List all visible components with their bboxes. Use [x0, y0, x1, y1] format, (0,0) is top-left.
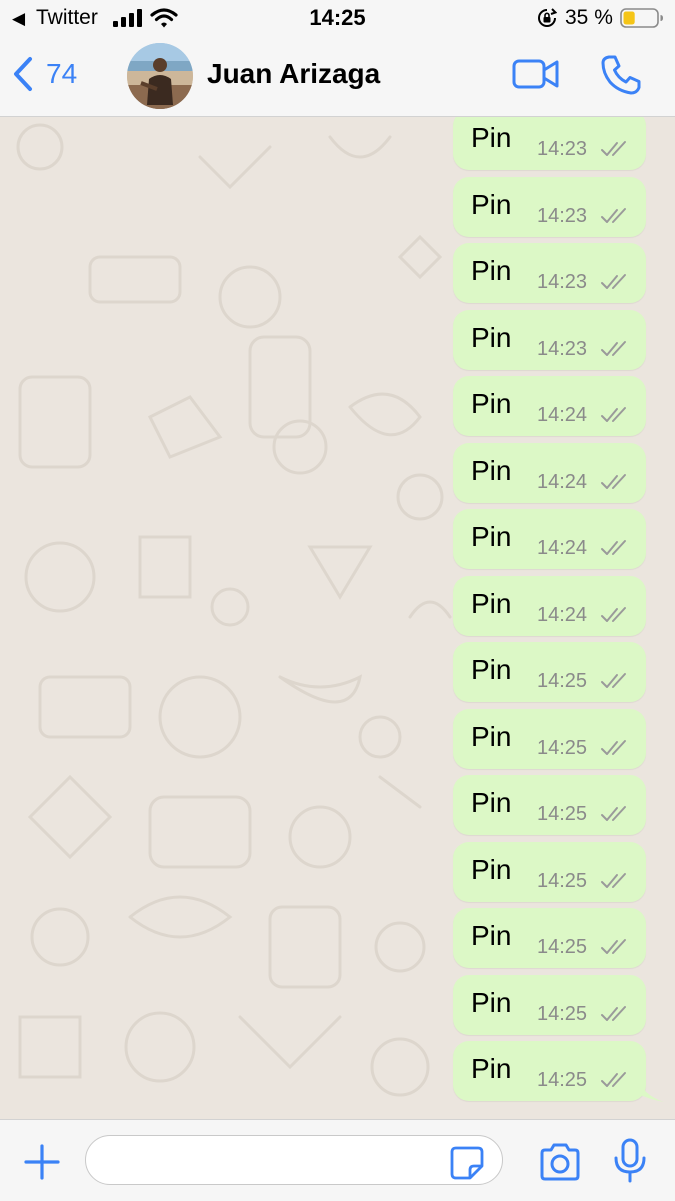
input-bar: [0, 1119, 675, 1201]
message-bubble[interactable]: Pin 14:25: [453, 975, 646, 1035]
sticker-icon[interactable]: [450, 1146, 484, 1180]
message-time: 14:23: [537, 338, 588, 360]
message-bubble[interactable]: Pin 14:23: [453, 243, 646, 303]
message-time: 14:23: [537, 205, 588, 227]
bubble-tail: [636, 1075, 664, 1102]
message-text: Pin: [471, 920, 512, 951]
contact-name[interactable]: Juan Arizaga: [207, 58, 380, 90]
video-camera-icon[interactable]: [512, 56, 560, 92]
double-check-icon: [601, 474, 626, 489]
double-check-icon: [601, 141, 626, 156]
double-check-icon: [601, 274, 626, 289]
message-time: 14:24: [537, 471, 588, 493]
message-text: Pin: [471, 1053, 512, 1084]
message-bubble[interactable]: Pin 14:23: [453, 310, 646, 370]
avatar-photo: [127, 43, 193, 109]
message-input[interactable]: [85, 1135, 503, 1185]
message-text: Pin: [471, 322, 512, 353]
microphone-icon[interactable]: [612, 1138, 648, 1184]
double-check-icon: [601, 341, 626, 356]
message-bubble[interactable]: Pin 14:25: [453, 775, 646, 835]
message-bubble[interactable]: Pin 14:25: [453, 908, 646, 968]
message-bubble[interactable]: Pin 14:25: [453, 1041, 646, 1101]
message-time: 14:24: [537, 404, 588, 426]
message-bubble[interactable]: Pin 14:24: [453, 443, 646, 503]
message-bubble[interactable]: Pin 14:25: [453, 709, 646, 769]
message-text: Pin: [471, 721, 512, 752]
status-bar: ◀ Twitter 14:25 35 %: [0, 0, 675, 36]
double-check-icon: [601, 208, 626, 223]
message-text: Pin: [471, 255, 512, 286]
message-text: Pin: [471, 654, 512, 685]
message-bubble[interactable]: Pin 14:23: [453, 177, 646, 237]
message-time: 14:25: [537, 936, 588, 958]
battery-icon: [620, 8, 663, 28]
chat-header: 74 Juan Arizaga: [0, 36, 675, 117]
message-time: 14:25: [537, 670, 588, 692]
double-check-icon: [601, 540, 626, 555]
double-check-icon: [601, 607, 626, 622]
camera-icon[interactable]: [538, 1142, 582, 1182]
message-time: 14:25: [537, 803, 588, 825]
chevron-left-icon: [14, 57, 32, 91]
unread-count: 74: [46, 58, 78, 89]
double-check-icon: [601, 673, 626, 688]
avatar[interactable]: [127, 43, 193, 109]
message-bubble[interactable]: Pin 14:24: [453, 576, 646, 636]
back-button[interactable]: 74: [12, 52, 77, 96]
message-bubble[interactable]: Pin 14:24: [453, 509, 646, 569]
message-time: 14:23: [537, 138, 588, 160]
message-text: Pin: [471, 787, 512, 818]
message-text: Pin: [471, 987, 512, 1018]
double-check-icon: [601, 873, 626, 888]
message-text: Pin: [471, 122, 512, 153]
double-check-icon: [601, 407, 626, 422]
phone-icon[interactable]: [600, 54, 642, 96]
message-time: 14:25: [537, 870, 588, 892]
double-check-icon: [601, 1072, 626, 1087]
message-text: Pin: [471, 388, 512, 419]
message-bubble[interactable]: Pin 14:24: [453, 376, 646, 436]
message-time: 14:25: [537, 1069, 588, 1091]
message-time: 14:25: [537, 737, 588, 759]
double-check-icon: [601, 740, 626, 755]
message-time: 14:24: [537, 604, 588, 626]
message-text: Pin: [471, 189, 512, 220]
double-check-icon: [601, 1006, 626, 1021]
message-time: 14:23: [537, 271, 588, 293]
message-bubble[interactable]: Pin 14:25: [453, 842, 646, 902]
battery-percentage: 35 %: [565, 6, 613, 29]
message-bubble[interactable]: Pin 14:23: [453, 117, 646, 170]
message-text: Pin: [471, 854, 512, 885]
message-text: Pin: [471, 588, 512, 619]
message-time: 14:24: [537, 537, 588, 559]
chat-area[interactable]: Pin 14:23 Pin 14:23 Pin 14:23 Pin 14:23 Pin 14:24…: [0, 117, 675, 1119]
message-text: Pin: [471, 455, 512, 486]
plus-icon[interactable]: [24, 1144, 60, 1180]
rotation-lock-icon: [538, 8, 557, 27]
double-check-icon: [601, 806, 626, 821]
message-text: Pin: [471, 521, 512, 552]
message-time: 14:25: [537, 1003, 588, 1025]
double-check-icon: [601, 939, 626, 954]
message-bubble[interactable]: Pin 14:25: [453, 642, 646, 702]
